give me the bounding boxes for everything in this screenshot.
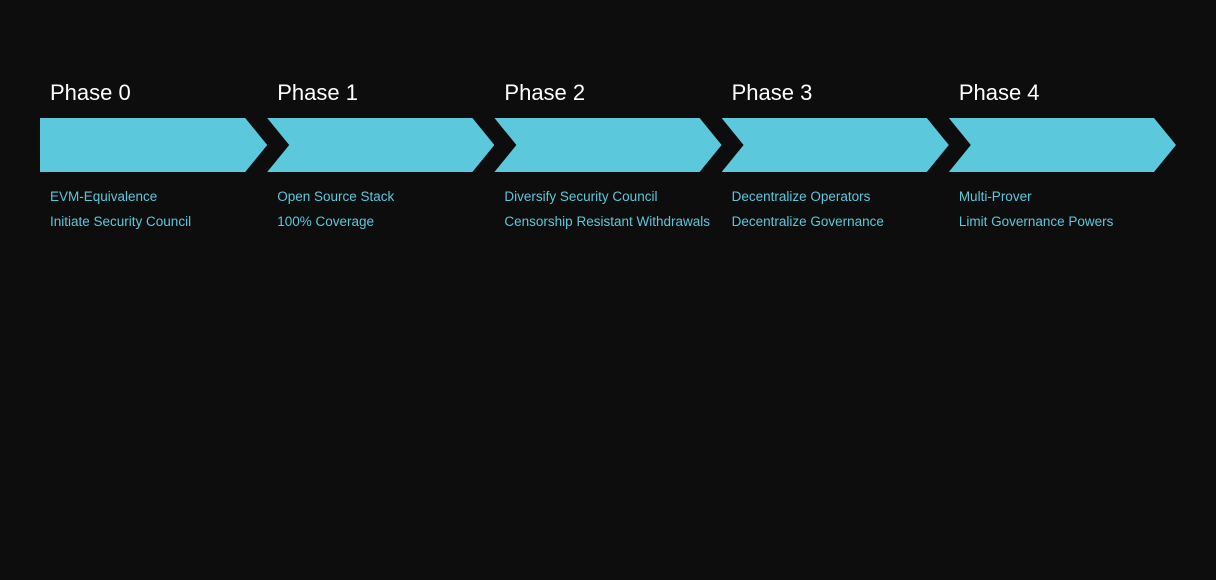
phase-labels-row: Phase 0Phase 1Phase 2Phase 3Phase 4 [40,80,1176,106]
feature-item-1-0: Open Source Stack [277,188,488,207]
arrow-body-4 [949,118,1176,172]
feature-item-2-1: Censorship Resistant Withdrawals [504,213,715,232]
phase-label-4: Phase 4 [949,80,1176,106]
arrow-segment-1 [267,118,494,172]
feature-item-3-1: Decentralize Governance [732,213,943,232]
arrow-segment-3 [722,118,949,172]
arrow-segment-2 [494,118,721,172]
feature-item-0-0: EVM-Equivalence [50,188,261,207]
arrow-segment-0 [40,118,267,172]
feature-item-2-0: Diversify Security Council [504,188,715,207]
feature-labels-row: EVM-Equivalence Initiate Security Council… [40,188,1176,238]
feature-col-3: Decentralize Operators Decentralize Gover… [722,188,949,238]
arrow-segment-4 [949,118,1176,172]
feature-col-1: Open Source Stack 100% Coverage [267,188,494,238]
phase-label-0: Phase 0 [40,80,267,106]
phase-label-3: Phase 3 [722,80,949,106]
feature-col-0: EVM-Equivalence Initiate Security Council [40,188,267,238]
feature-item-4-0: Multi-Prover [959,188,1170,207]
feature-item-4-1: Limit Governance Powers [959,213,1170,232]
feature-item-3-0: Decentralize Operators [732,188,943,207]
roadmap-container: Phase 0Phase 1Phase 2Phase 3Phase 4 EVM-… [0,80,1216,238]
arrow-body-2 [494,118,721,172]
feature-item-1-1: 100% Coverage [277,213,488,232]
feature-col-4: Multi-Prover Limit Governance Powers [949,188,1176,238]
arrow-body-3 [722,118,949,172]
phase-label-1: Phase 1 [267,80,494,106]
feature-col-2: Diversify Security Council Censorship Res… [494,188,721,238]
arrow-body-1 [267,118,494,172]
feature-item-0-1: Initiate Security Council [50,213,261,232]
arrows-row [40,118,1176,172]
phase-label-2: Phase 2 [494,80,721,106]
arrow-body-0 [40,118,267,172]
